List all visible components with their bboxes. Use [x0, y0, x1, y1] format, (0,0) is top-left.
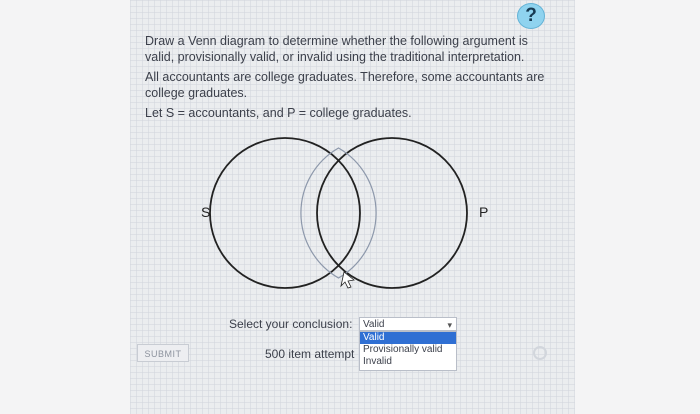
question-prompt: Draw a Venn diagram to determine whether… — [145, 34, 547, 127]
attempts-text: 500 item attempt — [265, 347, 355, 361]
mouse-cursor-icon — [340, 271, 355, 289]
conclusion-select[interactable]: Valid ▾ — [359, 317, 457, 331]
venn-diagram[interactable]: S P — [130, 130, 575, 300]
selected-value: Valid — [363, 319, 385, 330]
conclusion-options[interactable]: Valid Provisionally valid Invalid — [359, 331, 457, 371]
option-invalid[interactable]: Invalid — [360, 356, 456, 368]
option-valid[interactable]: Valid — [360, 332, 456, 344]
overlap-region — [300, 147, 377, 279]
option-provisionally-valid[interactable]: Provisionally valid — [360, 344, 456, 356]
label-p: P — [479, 204, 488, 220]
prompt-definitions: Let S = accountants, and P = college gra… — [145, 106, 412, 120]
chevron-down-icon: ▾ — [447, 320, 452, 330]
submit-button[interactable]: SUBMIT — [137, 344, 189, 362]
circle-p — [316, 137, 468, 289]
label-s: S — [201, 204, 210, 220]
status-circle-icon — [533, 346, 547, 360]
prompt-instructions: Draw a Venn diagram to determine whether… — [145, 34, 528, 64]
help-button[interactable]: ? — [517, 3, 545, 29]
conclusion-label: Select your conclusion: — [229, 317, 353, 331]
prompt-argument: All accountants are college graduates. T… — [145, 70, 545, 100]
